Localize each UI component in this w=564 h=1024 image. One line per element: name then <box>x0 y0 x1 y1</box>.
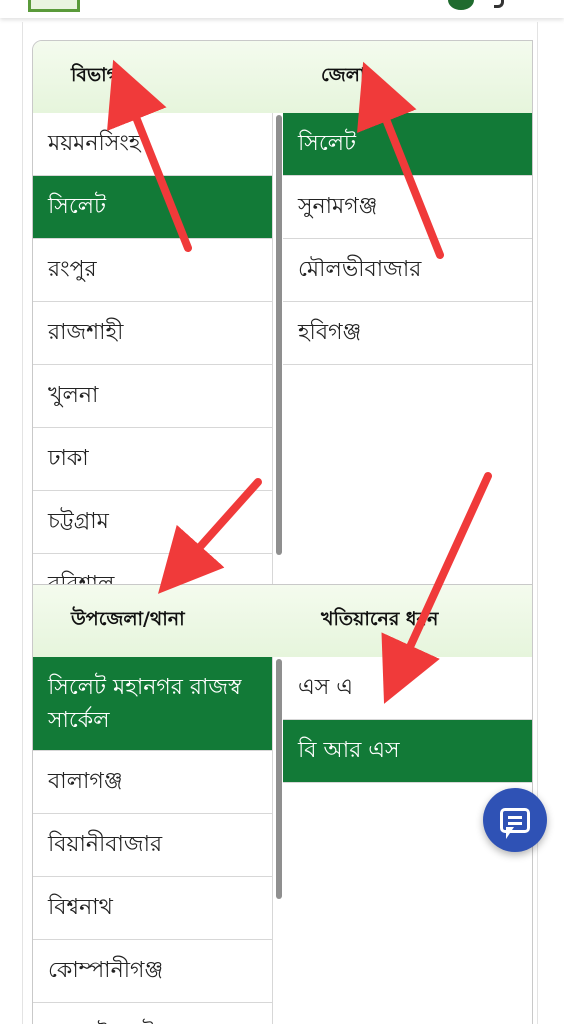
district-item-moulvibazar[interactable]: মৌলভীবাজার <box>283 239 532 302</box>
khatian-type-header: খতিয়ানের ধরন <box>283 585 532 657</box>
khatian-type-list: এস এ বি আর এস <box>283 657 532 783</box>
district-item-sunamganj[interactable]: সুনামগঞ্জ <box>283 176 532 239</box>
division-item-barishal[interactable]: বরিশাল <box>33 554 272 584</box>
district-header: জেলা <box>283 41 532 113</box>
upazila-item-balaganj[interactable]: বালাগঞ্জ <box>33 751 272 814</box>
division-item-rangpur[interactable]: রংপুর <box>33 239 272 302</box>
upazila-item-companiganj[interactable]: কোম্পানীগঞ্জ <box>33 940 272 1003</box>
user-avatar-icon[interactable] <box>448 0 474 10</box>
district-item-habiganj[interactable]: হবিগঞ্জ <box>283 302 532 365</box>
upazila-header: উপজেলা/থানা <box>33 585 283 657</box>
upazila-scrollbar[interactable] <box>276 659 282 899</box>
division-item-chattogram[interactable]: চট্টগ্রাম <box>33 491 272 554</box>
khatian-type-item-brs[interactable]: বি আর এস <box>283 720 532 783</box>
khatian-type-item-sa[interactable]: এস এ <box>283 657 532 720</box>
division-panel: বিভাগ ময়মনসিংহ সিলেট রংপুর রাজশাহী খুলন… <box>32 40 284 585</box>
district-item-sylhet[interactable]: সিলেট <box>283 113 532 176</box>
site-logo[interactable] <box>28 0 80 12</box>
division-header: বিভাগ <box>33 41 283 113</box>
division-list: ময়মনসিংহ সিলেট রংপুর রাজশাহী খুলনা ঢাকা… <box>33 113 273 584</box>
chat-button[interactable] <box>483 788 547 852</box>
chat-icon <box>500 807 530 839</box>
district-list: সিলেট সুনামগঞ্জ মৌলভীবাজার হবিগঞ্জ <box>283 113 532 365</box>
division-item-rajshahi[interactable]: রাজশাহী <box>33 302 272 365</box>
division-item-dhaka[interactable]: ঢাকা <box>33 428 272 491</box>
upazila-list: সিলেট মহানগর রাজস্ব সার্কেল বালাগঞ্জ বিয… <box>33 657 273 1024</box>
upazila-item-beanibazar[interactable]: বিয়ানীবাজার <box>33 814 272 877</box>
upazila-item-bishwanath[interactable]: বিশ্বনাথ <box>33 877 272 940</box>
district-panel: জেলা সিলেট সুনামগঞ্জ মৌলভীবাজার হবিগঞ্জ <box>283 40 533 585</box>
upazila-item-gowainghat[interactable]: গোয়াইনঘাট <box>33 1003 272 1024</box>
division-item-mymensingh[interactable]: ময়মনসিংহ <box>33 113 272 176</box>
division-item-khulna[interactable]: খুলনা <box>33 365 272 428</box>
menu-icon[interactable] <box>494 0 504 8</box>
upazila-panel: উপজেলা/থানা সিলেট মহানগর রাজস্ব সার্কেল … <box>32 585 284 1024</box>
division-item-sylhet[interactable]: সিলেট <box>33 176 272 239</box>
division-scrollbar[interactable] <box>276 115 282 555</box>
upazila-item-sylhet-metro[interactable]: সিলেট মহানগর রাজস্ব সার্কেল <box>33 657 272 751</box>
top-app-bar <box>0 0 564 18</box>
